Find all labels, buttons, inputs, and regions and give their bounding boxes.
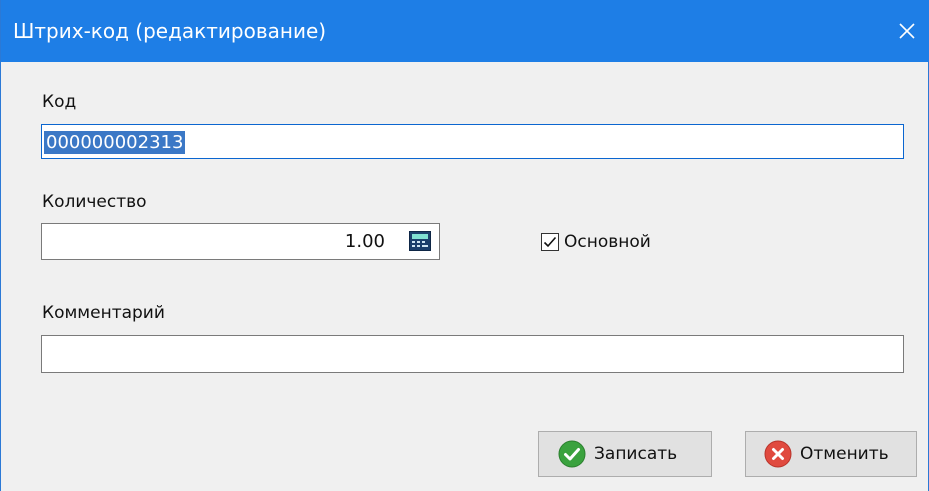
close-icon [899,23,915,39]
code-value: 000000002313 [44,131,186,154]
close-button[interactable] [884,0,929,62]
checkbox-box[interactable] [541,233,559,251]
quantity-input[interactable]: 1.00 [41,223,440,260]
code-label: Код [42,92,77,112]
dialog-window: Штрих-код (редактирование) Код 000000002… [0,0,929,491]
cancel-button-label: Отменить [800,444,889,464]
comment-input[interactable] [41,335,904,373]
quantity-value: 1.00 [344,231,385,252]
main-checkbox-label: Основной [564,232,651,252]
calculator-icon[interactable] [409,231,431,251]
x-circle-icon [764,440,792,468]
checkmark-icon [543,236,557,248]
code-input[interactable]: 000000002313 [41,124,904,159]
save-button-label: Записать [594,444,678,464]
save-button[interactable]: Записать [538,431,712,477]
main-checkbox[interactable]: Основной [541,231,651,253]
check-circle-icon [558,440,586,468]
cancel-button[interactable]: Отменить [745,431,917,477]
comment-label: Комментарий [42,303,165,323]
quantity-label: Количество [42,192,147,212]
title-bar: Штрих-код (редактирование) [1,0,929,62]
window-title: Штрих-код (редактирование) [13,19,327,43]
